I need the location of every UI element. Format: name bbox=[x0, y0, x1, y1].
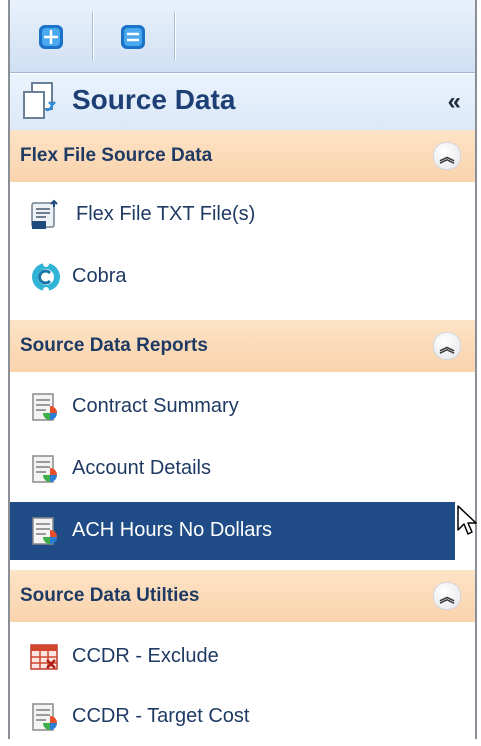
collapse-all-button[interactable] bbox=[116, 20, 150, 54]
grid-plus-icon bbox=[39, 25, 63, 49]
toolbar-separator bbox=[174, 12, 175, 60]
nav-item-label: CCDR - Target Cost bbox=[72, 705, 250, 727]
nav-item-label: Account Details bbox=[72, 457, 211, 479]
cobra-icon bbox=[30, 261, 62, 293]
nav-item-label: Contract Summary bbox=[72, 395, 239, 417]
list-minus-icon bbox=[121, 25, 145, 49]
report-icon bbox=[28, 453, 60, 485]
nav-item-label: Cobra bbox=[72, 265, 127, 287]
nav-item-account-details[interactable]: Account Details bbox=[10, 440, 475, 498]
nav-item-label: CCDR - Exclude bbox=[72, 645, 219, 667]
exclude-grid-icon bbox=[28, 641, 60, 673]
chevron-up-icon[interactable]: ︽ bbox=[433, 582, 461, 610]
mouse-cursor-icon bbox=[457, 505, 477, 535]
nav-item-ccdr-exclude[interactable]: CCDR - Exclude bbox=[10, 628, 475, 686]
nav-item-ccdr-target-cost[interactable]: CCDR - Target Cost bbox=[10, 688, 475, 746]
report-icon bbox=[28, 515, 60, 547]
report-icon bbox=[28, 701, 60, 733]
expand-all-button[interactable] bbox=[34, 20, 68, 54]
group-header-source-data-reports[interactable]: Source Data Reports ︽ bbox=[10, 320, 475, 372]
toolbar-separator bbox=[92, 12, 93, 60]
nav-item-ach-hours-no-dollars[interactable]: ACH Hours No Dollars bbox=[10, 502, 455, 560]
panel-header: Source Data « bbox=[10, 74, 475, 130]
nav-item-flex-file-txt[interactable]: Flex File TXT File(s) bbox=[10, 186, 475, 244]
nav-item-label: ACH Hours No Dollars bbox=[72, 519, 273, 541]
toolbar bbox=[10, 0, 475, 73]
collapse-panel-button[interactable]: « bbox=[448, 88, 461, 116]
report-icon bbox=[28, 391, 60, 423]
navigation-panel: Source Data « Flex File Source Data ︽ Fl… bbox=[8, 0, 477, 739]
nav-item-cobra[interactable]: Cobra bbox=[10, 248, 475, 306]
group-header-flex-file[interactable]: Flex File Source Data ︽ bbox=[10, 130, 475, 182]
chevron-up-icon[interactable]: ︽ bbox=[433, 332, 461, 360]
group-label: Flex File Source Data bbox=[20, 145, 213, 166]
nav-item-label: Flex File TXT File(s) bbox=[76, 203, 256, 225]
nav-item-contract-summary[interactable]: Contract Summary bbox=[10, 378, 475, 436]
chevron-up-icon[interactable]: ︽ bbox=[433, 142, 461, 170]
panel-title: Source Data bbox=[72, 84, 236, 115]
group-header-source-data-utilities[interactable]: Source Data Utilties ︽ bbox=[10, 570, 475, 622]
group-label: Source Data Utilties bbox=[20, 585, 200, 606]
txt-file-icon bbox=[28, 199, 60, 231]
source-data-icon bbox=[18, 80, 60, 127]
group-label: Source Data Reports bbox=[20, 335, 208, 356]
